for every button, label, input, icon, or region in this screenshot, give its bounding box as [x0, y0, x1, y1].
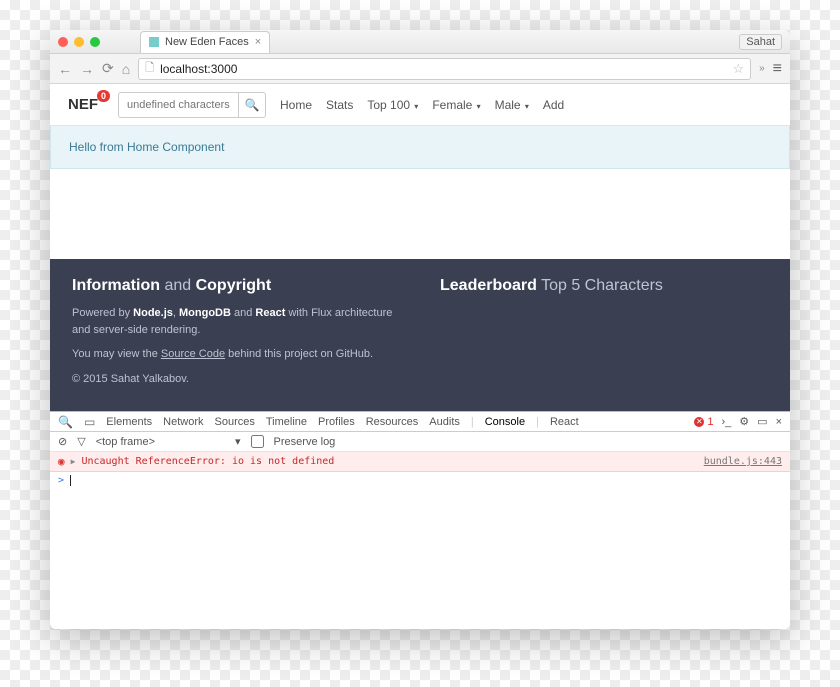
caret-down-icon: ▾ — [474, 102, 480, 111]
info-banner: Hello from Home Component — [50, 126, 790, 169]
profile-button[interactable]: Sahat — [739, 34, 782, 50]
tab-network[interactable]: Network — [163, 416, 203, 428]
browser-window: New Eden Faces × Sahat ← → ⟳ ⌂ 🗋 localho… — [50, 30, 790, 629]
browser-tab[interactable]: New Eden Faces × — [140, 31, 270, 53]
close-devtools-icon[interactable]: × — [776, 416, 782, 428]
preserve-log-label: Preserve log — [274, 436, 336, 448]
tab-resources[interactable]: Resources — [366, 416, 419, 428]
preserve-log-checkbox[interactable] — [251, 435, 264, 448]
nav-female[interactable]: Female ▾ — [432, 98, 480, 112]
console-drawer-icon[interactable]: ›_ — [722, 416, 732, 428]
frame-selector[interactable]: <top frame> ▾ — [96, 435, 241, 448]
caret-down-icon: ▾ — [412, 102, 418, 111]
window-titlebar: New Eden Faces × Sahat — [50, 30, 790, 54]
tab-elements[interactable]: Elements — [106, 416, 152, 428]
browser-toolbar: ← → ⟳ ⌂ 🗋 localhost:3000 ☆ » ≡ — [50, 54, 790, 84]
minimize-window-button[interactable] — [74, 37, 84, 47]
nav-home[interactable]: Home — [280, 98, 312, 112]
console-prompt[interactable]: > — [50, 472, 790, 489]
error-indicator[interactable]: ✕ 1 — [694, 416, 713, 428]
tab-react[interactable]: React — [550, 416, 579, 428]
home-button[interactable]: ⌂ — [122, 61, 130, 77]
devtools-tabs: 🔍 ▭ Elements Network Sources Timeline Pr… — [50, 412, 790, 432]
url-text: localhost:3000 — [160, 62, 237, 76]
dock-icon[interactable]: ▭ — [757, 415, 767, 428]
inspect-icon[interactable]: 🔍 — [58, 415, 73, 429]
forward-button[interactable]: → — [80, 61, 94, 77]
footer-heading-leaderboard: Leaderboard Top 5 Characters — [440, 277, 768, 295]
error-icon: ◉ — [58, 455, 65, 468]
source-code-link[interactable]: Source Code — [161, 348, 225, 360]
site-footer: Information and Copyright Powered by Nod… — [50, 259, 790, 411]
tab-audits[interactable]: Audits — [429, 416, 460, 428]
chevron-down-icon: ▾ — [235, 435, 241, 448]
nav-top100[interactable]: Top 100 ▾ — [367, 98, 418, 112]
address-bar[interactable]: 🗋 localhost:3000 ☆ — [138, 58, 751, 80]
back-button[interactable]: ← — [58, 61, 72, 77]
tab-timeline[interactable]: Timeline — [266, 416, 307, 428]
footer-copyright: © 2015 Sahat Yalkabov. — [72, 371, 400, 388]
search-form: 🔍 — [118, 92, 266, 118]
separator: | — [536, 416, 539, 428]
separator: | — [471, 416, 474, 428]
notification-badge: 0 — [97, 90, 110, 102]
console-empty — [50, 489, 790, 629]
console-error-row[interactable]: ◉ ▶ Uncaught ReferenceError: io is not d… — [50, 452, 790, 472]
settings-gear-icon[interactable]: ⚙ — [739, 415, 749, 428]
window-controls — [58, 37, 100, 47]
tab-title: New Eden Faces — [165, 36, 249, 48]
nav-male[interactable]: Male ▾ — [495, 98, 529, 112]
clear-console-icon[interactable]: ⊘ — [58, 435, 67, 448]
tab-sources[interactable]: Sources — [215, 416, 255, 428]
error-message: Uncaught ReferenceError: io is not defin… — [81, 456, 334, 467]
brand-text: NEF — [68, 96, 98, 113]
footer-powered: Powered by Node.js, MongoDB and React wi… — [72, 305, 400, 338]
prompt-chevron-icon: > — [58, 475, 64, 486]
tab-profiles[interactable]: Profiles — [318, 416, 355, 428]
maximize-window-button[interactable] — [90, 37, 100, 47]
hamburger-menu-icon[interactable]: ≡ — [773, 60, 782, 78]
banner-text: Hello from Home Component — [69, 140, 224, 154]
main-content — [50, 169, 790, 259]
caret-down-icon: ▾ — [523, 102, 529, 111]
console-output: ◉ ▶ Uncaught ReferenceError: io is not d… — [50, 452, 790, 629]
page-icon: 🗋 — [145, 59, 154, 78]
nav-add[interactable]: Add — [543, 98, 564, 112]
devtools-panel: 🔍 ▭ Elements Network Sources Timeline Pr… — [50, 411, 790, 629]
console-toolbar: ⊘ ▽ <top frame> ▾ Preserve log — [50, 432, 790, 452]
footer-leaderboard: Leaderboard Top 5 Characters — [440, 277, 768, 395]
cursor — [70, 475, 71, 486]
close-tab-icon[interactable]: × — [255, 36, 261, 48]
favicon-icon — [149, 37, 159, 47]
error-dot-icon: ✕ — [694, 417, 704, 427]
footer-heading-info: Information and Copyright — [72, 277, 400, 295]
brand-logo[interactable]: NEF 0 — [68, 96, 98, 113]
expand-icon[interactable]: ▶ — [71, 457, 76, 466]
overflow-icon[interactable]: » — [759, 63, 765, 74]
filter-icon[interactable]: ▽ — [77, 435, 85, 448]
search-icon: 🔍 — [245, 98, 260, 112]
reload-button[interactable]: ⟳ — [102, 60, 114, 77]
footer-info: Information and Copyright Powered by Nod… — [72, 277, 400, 395]
footer-source: You may view the Source Code behind this… — [72, 346, 400, 363]
bookmark-icon[interactable]: ☆ — [732, 61, 744, 77]
error-source-link[interactable]: bundle.js:443 — [704, 456, 782, 467]
site-navbar: NEF 0 🔍 Home Stats Top 100 ▾ Female ▾ Ma… — [50, 84, 790, 126]
search-button[interactable]: 🔍 — [238, 92, 266, 118]
tab-console[interactable]: Console — [485, 416, 525, 428]
nav-stats[interactable]: Stats — [326, 98, 353, 112]
device-icon[interactable]: ▭ — [84, 415, 95, 429]
search-input[interactable] — [118, 92, 238, 118]
close-window-button[interactable] — [58, 37, 68, 47]
